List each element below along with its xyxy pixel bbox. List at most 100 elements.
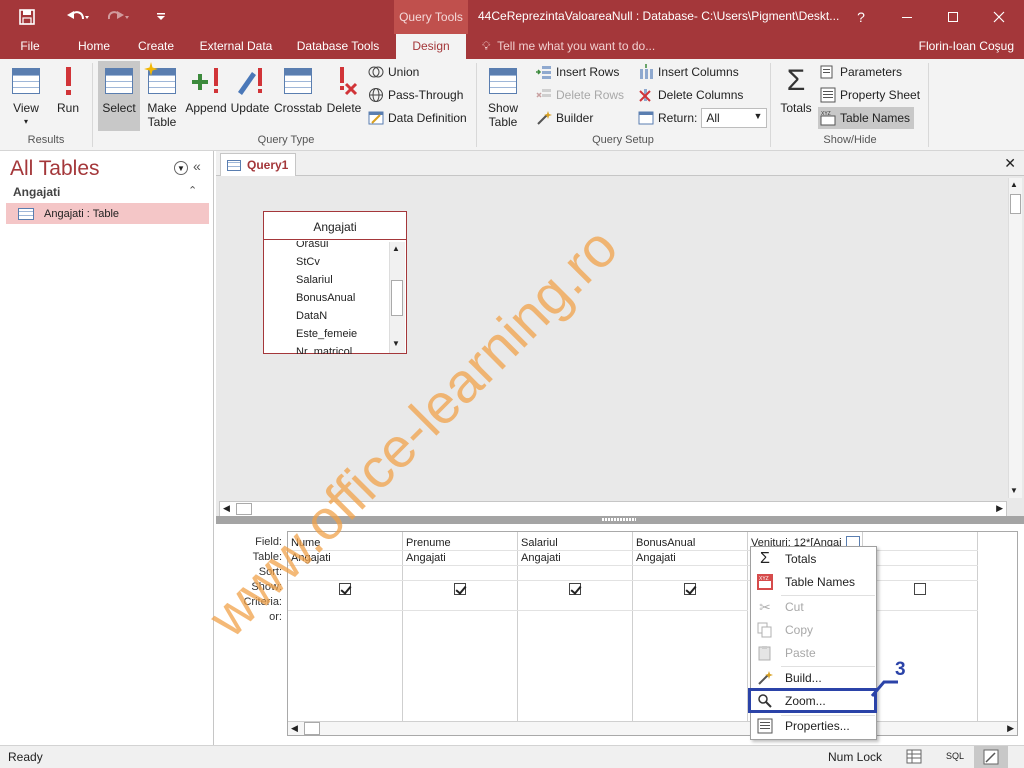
field-item[interactable]: Salariul — [296, 274, 333, 286]
scroll-down-icon[interactable]: ▼ — [392, 339, 400, 348]
scroll-right-icon[interactable]: ▶ — [996, 503, 1003, 514]
view-button[interactable]: View ▾ — [6, 61, 46, 131]
grid-sort-cell[interactable] — [403, 566, 518, 581]
scroll-left-icon[interactable]: ◀ — [291, 723, 298, 734]
field-list-title[interactable]: Angajati — [264, 212, 406, 240]
delete-rows-button[interactable]: Delete Rows — [536, 85, 624, 105]
scroll-down-icon[interactable]: ▼ — [1010, 486, 1018, 495]
nav-group-header[interactable]: Angajati — [13, 185, 60, 199]
grid-table-cell[interactable]: Angajati — [633, 551, 748, 566]
grid-field-cell[interactable]: BonusAnual — [633, 536, 748, 551]
menu-item-properties[interactable]: Properties... — [751, 715, 876, 737]
vertical-scrollbar[interactable]: ▲ ▼ — [1008, 178, 1022, 498]
delete-query-button[interactable]: Delete — [325, 61, 363, 131]
show-checkbox[interactable] — [914, 583, 926, 595]
scroll-left-icon[interactable]: ◀ — [223, 503, 230, 514]
grid-criteria-cell[interactable] — [288, 596, 403, 611]
grid-criteria-cell[interactable] — [403, 596, 518, 611]
table-names-button[interactable]: XYZ Table Names — [818, 107, 915, 129]
horizontal-scrollbar[interactable]: ◀ ▶ — [219, 501, 1007, 517]
show-checkbox[interactable] — [339, 583, 351, 595]
run-button[interactable]: Run — [50, 61, 86, 131]
nav-pane-title[interactable]: All Tables — [10, 157, 100, 181]
totals-button[interactable]: Σ Totals — [776, 61, 816, 131]
menu-item-table-names[interactable]: XYZ Table Names — [751, 571, 876, 593]
user-name[interactable]: Florin-Ioan Coşug — [919, 34, 1014, 59]
scroll-thumb[interactable] — [304, 722, 320, 735]
grid-table-cell[interactable]: Angajati — [288, 551, 403, 566]
tab-design[interactable]: Design — [396, 34, 466, 59]
make-table-button[interactable]: Make Table — [142, 61, 182, 131]
scroll-thumb[interactable] — [391, 280, 403, 316]
grid-criteria-cell[interactable] — [518, 596, 633, 611]
chevron-down-icon[interactable]: ▼ — [174, 161, 188, 175]
builder-button[interactable]: Builder — [536, 108, 593, 128]
design-view-button[interactable] — [974, 746, 1008, 768]
show-checkbox[interactable] — [569, 583, 581, 595]
maximize-button[interactable] — [930, 0, 976, 34]
grid-sort-cell[interactable] — [288, 566, 403, 581]
select-query-button[interactable]: Select — [98, 61, 140, 131]
save-icon[interactable] — [12, 0, 42, 34]
menu-item-copy[interactable]: Copy — [751, 619, 876, 641]
grid-criteria-cell[interactable] — [633, 596, 748, 611]
insert-rows-button[interactable]: Insert Rows — [536, 62, 619, 82]
query-design-grid[interactable]: Nume Angajati Prenume Angajati Salariul … — [287, 531, 1018, 736]
scroll-thumb[interactable] — [236, 503, 252, 515]
append-button[interactable]: Append — [184, 61, 228, 131]
scroll-up-icon[interactable]: ▲ — [1010, 180, 1018, 189]
scroll-up-icon[interactable]: ▲ — [392, 244, 400, 253]
tell-me-box[interactable]: 💡︎ Tell me what you want to do... — [482, 34, 655, 59]
crosstab-button[interactable]: Crosstab — [273, 61, 323, 131]
grid-horizontal-scrollbar[interactable]: ◀ ▶ — [288, 721, 1017, 735]
tab-database-tools[interactable]: Database Tools — [290, 34, 386, 59]
collapse-pane-icon[interactable]: « — [193, 158, 201, 174]
grid-field-cell[interactable]: Salariul — [518, 536, 633, 551]
grid-criteria-cell[interactable] — [863, 596, 978, 611]
grid-table-cell[interactable]: Angajati — [403, 551, 518, 566]
return-dropdown[interactable]: All ▼ — [701, 108, 768, 128]
grid-column[interactable]: BonusAnual Angajati — [633, 532, 748, 722]
undo-icon[interactable] — [60, 0, 96, 34]
grid-column[interactable] — [978, 532, 1017, 722]
field-list-scrollbar[interactable]: ▲ ▼ — [389, 242, 405, 353]
scroll-right-icon[interactable]: ▶ — [1007, 723, 1014, 734]
field-item[interactable]: BonusAnual — [296, 292, 355, 304]
customize-toolbar-icon[interactable] — [150, 0, 172, 34]
pane-splitter[interactable] — [216, 516, 1024, 524]
union-button[interactable]: Union — [368, 62, 419, 82]
grid-sort-cell[interactable] — [518, 566, 633, 581]
show-table-button[interactable]: Show Table — [480, 61, 526, 131]
grid-column[interactable]: Nume Angajati — [288, 532, 403, 722]
help-button[interactable]: ? — [838, 0, 884, 34]
field-item[interactable]: Este_femeie — [296, 328, 357, 340]
menu-item-build[interactable]: Build... — [751, 667, 876, 689]
field-item[interactable]: DataN — [296, 310, 327, 322]
grid-sort-cell[interactable] — [863, 566, 978, 581]
tab-external-data[interactable]: External Data — [192, 34, 280, 59]
menu-item-paste[interactable]: Paste — [751, 642, 876, 664]
field-item[interactable]: Orasul — [296, 241, 328, 250]
menu-item-cut[interactable]: ✂ Cut — [751, 596, 876, 618]
grid-sort-cell[interactable] — [633, 566, 748, 581]
delete-columns-button[interactable]: Delete Columns — [638, 85, 743, 105]
insert-columns-button[interactable]: Insert Columns — [638, 62, 739, 82]
grid-field-cell[interactable]: Prenume — [403, 536, 518, 551]
menu-item-totals[interactable]: Σ Totals — [751, 548, 876, 570]
data-definition-button[interactable]: Data Definition — [368, 108, 467, 128]
scroll-thumb[interactable] — [1010, 194, 1021, 214]
field-item[interactable]: StCv — [296, 256, 320, 268]
datasheet-view-icon[interactable] — [906, 749, 922, 764]
redo-icon[interactable] — [102, 0, 136, 34]
pass-through-button[interactable]: Pass-Through — [368, 85, 463, 105]
tab-file[interactable]: File — [8, 34, 52, 59]
tab-query1[interactable]: Query1 — [220, 153, 296, 176]
sql-view-button[interactable]: SQL — [946, 751, 964, 761]
grid-column[interactable]: Prenume Angajati — [403, 532, 518, 722]
grid-table-cell[interactable]: Angajati — [518, 551, 633, 566]
minimize-button[interactable] — [884, 0, 930, 34]
update-button[interactable]: Update — [229, 61, 271, 131]
property-sheet-button[interactable]: Property Sheet — [820, 85, 920, 105]
grid-field-cell[interactable]: Nume — [288, 536, 403, 551]
show-checkbox[interactable] — [684, 583, 696, 595]
